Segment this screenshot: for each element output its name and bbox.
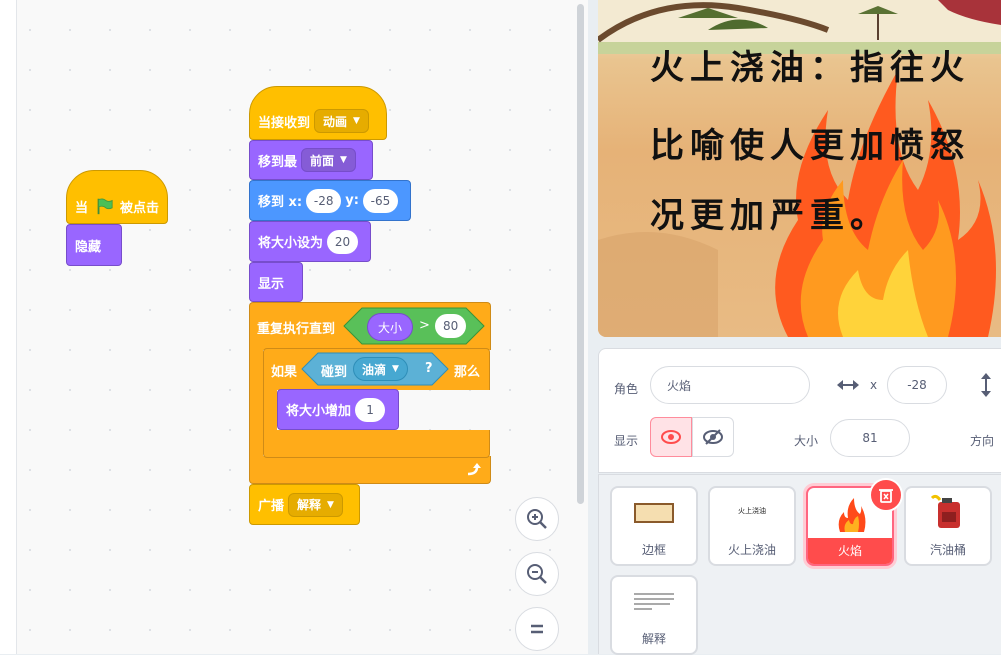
touching-label: 碰到	[321, 365, 348, 380]
sprite-tile-title[interactable]: 火上浇油 火上浇油	[708, 486, 796, 566]
stage[interactable]: 火上浇油：指往火 比喻使人更加愤怒 况更加严重。	[598, 0, 1001, 337]
sprite-name: 汽油桶	[929, 543, 966, 557]
stage-text-line-1: 火上浇油：指往火	[650, 48, 970, 88]
repeat-until-arm	[249, 349, 263, 458]
if-label: 如果	[271, 365, 298, 380]
sprite-label: 角色	[614, 382, 639, 396]
set-size-label: 将大小设为	[258, 236, 324, 251]
message-value: 动画	[323, 114, 348, 129]
gas-can-thumbnail	[930, 494, 960, 528]
chevron-down-icon: ▼	[340, 155, 347, 165]
show-hidden-button[interactable]	[692, 417, 734, 457]
repeat-until-label: 重复执行直到	[257, 322, 336, 337]
change-size-label: 将大小增加	[286, 404, 352, 419]
sprite-name-input[interactable]: 火焰	[650, 366, 810, 404]
hide-label: 隐藏	[75, 239, 102, 255]
chevron-down-icon: ▼	[353, 116, 360, 126]
text-thumbnail	[634, 593, 674, 610]
broadcast-label: 广播	[258, 499, 285, 514]
message-dropdown[interactable]: 动画 ▼	[314, 109, 369, 133]
green-flag-icon	[97, 198, 113, 215]
vertical-arrows-icon	[981, 373, 991, 397]
go-to-label: 移到最	[258, 154, 298, 170]
direction-label: 方向	[970, 434, 995, 448]
show-label: 显示	[614, 434, 639, 448]
hide-block[interactable]: 隐藏	[66, 224, 122, 266]
frame-thumbnail	[634, 503, 674, 523]
sprite-name: 火焰	[808, 538, 892, 564]
trash-icon	[879, 489, 893, 503]
zoom-out-button[interactable]	[515, 552, 559, 596]
delete-sprite-button[interactable]	[869, 478, 903, 512]
chevron-down-icon: ▼	[392, 364, 399, 374]
stage-text-line-2: 比喻使人更加愤怒	[650, 126, 970, 166]
horizontal-arrows-icon	[837, 380, 859, 390]
zoom-in-icon	[527, 509, 547, 529]
broadcast-dropdown[interactable]: 解释 ▼	[288, 492, 343, 517]
broadcast-block[interactable]: 广播 解释 ▼	[249, 484, 360, 525]
change-size-input[interactable]: 1	[355, 397, 386, 422]
show-label: 显示	[258, 276, 285, 292]
zoom-in-button[interactable]	[515, 497, 559, 541]
broadcast-value: 解释	[297, 498, 322, 512]
goto-xy-block[interactable]: 移到 x: -28 y: -65	[249, 180, 411, 221]
when-label: 当	[75, 200, 89, 216]
change-size-block[interactable]: 将大小增加 1	[277, 389, 399, 430]
when-receive-label: 当接收到	[258, 115, 311, 131]
workspace-left-edge	[0, 0, 17, 654]
repeat-until-bottom	[249, 456, 491, 484]
y-label: y:	[345, 193, 359, 208]
zoom-out-icon	[527, 564, 547, 584]
when-flag-clicked-block[interactable]: 当 被点击	[66, 170, 168, 224]
eye-icon	[661, 430, 681, 444]
sprite-name: 解释	[641, 632, 666, 646]
eye-off-icon	[703, 429, 723, 445]
layer-value: 前面	[310, 153, 335, 168]
gt-value-input[interactable]: 80	[435, 314, 467, 338]
x-position-input[interactable]: -28	[887, 366, 947, 404]
size-label: 大小	[794, 434, 819, 448]
sprite-info-panel: 角色 火焰 x -28 显示 大小 81 方向	[598, 348, 1001, 473]
y-input[interactable]: -65	[362, 188, 398, 213]
if-bottom	[263, 430, 490, 458]
sprite-name: 边框	[641, 543, 666, 557]
title-thumbnail: 火上浇油	[738, 507, 766, 515]
zoom-reset-icon	[531, 624, 543, 634]
zoom-reset-button[interactable]	[515, 607, 559, 651]
workspace-scrollbar[interactable]	[577, 4, 584, 504]
show-block[interactable]: 显示	[249, 262, 303, 302]
sprite-tile-gas-can[interactable]: 汽油桶	[904, 486, 992, 566]
loop-arrow-icon	[467, 463, 481, 476]
size-input-field[interactable]: 81	[830, 419, 910, 457]
sprite-list: 边框 火上浇油 火上浇油 火焰 汽油桶 解释	[598, 474, 1001, 655]
show-visible-button[interactable]	[650, 417, 692, 457]
when-receive-block[interactable]: 当接收到 动画 ▼	[249, 86, 387, 140]
gt-symbol: >	[419, 318, 430, 333]
chevron-down-icon: ▼	[327, 499, 334, 510]
sprite-tile-border[interactable]: 边框	[610, 486, 698, 566]
question-mark: ?	[425, 361, 433, 376]
size-reporter[interactable]: 大小	[367, 313, 414, 341]
flame-thumbnail	[838, 498, 866, 532]
go-to-layer-block[interactable]: 移到最 前面 ▼	[249, 140, 373, 180]
x-label: x	[870, 378, 878, 392]
sprite-name: 火上浇油	[727, 543, 776, 557]
layer-dropdown[interactable]: 前面 ▼	[301, 148, 356, 172]
clicked-label: 被点击	[119, 200, 159, 216]
sprite-tile-explanation[interactable]: 解释	[610, 575, 698, 655]
goto-x-label: 移到 x:	[258, 195, 303, 210]
then-label: 那么	[454, 365, 481, 380]
touch-target-value: 油滴	[362, 362, 387, 377]
x-input[interactable]: -28	[306, 188, 342, 213]
size-input[interactable]: 20	[327, 229, 358, 254]
if-arm	[263, 389, 277, 432]
touch-target-dropdown[interactable]: 油滴 ▼	[353, 357, 408, 381]
set-size-block[interactable]: 将大小设为 20	[249, 221, 371, 262]
code-workspace[interactable]: 当 被点击 隐藏 当接收到 动画 ▼ 移到最 前面 ▼ 移到 x: -28 y: -…	[0, 0, 588, 654]
stage-text-line-3: 况更加严重。	[650, 196, 890, 236]
